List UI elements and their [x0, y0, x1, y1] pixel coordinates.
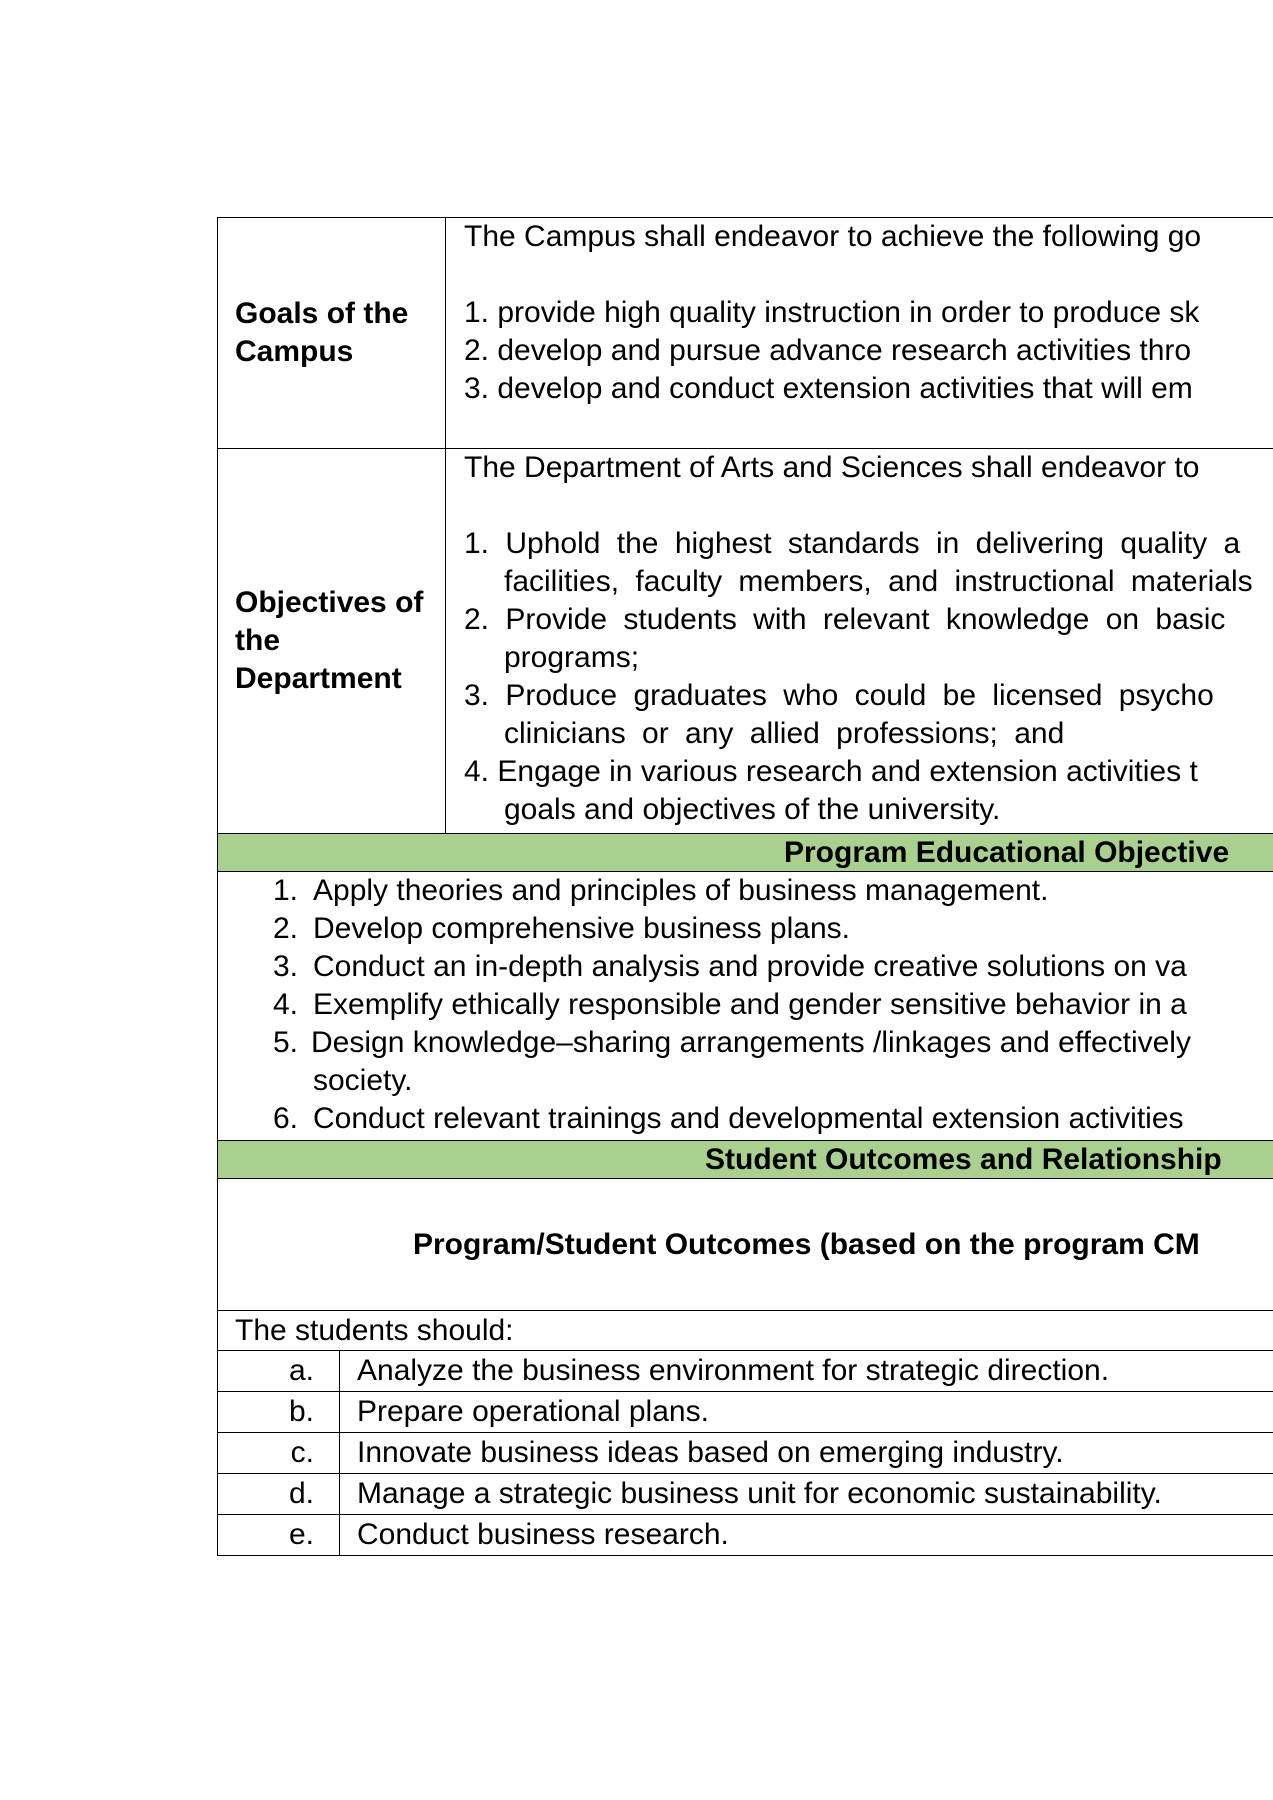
peo-item: 2. Develop comprehensive business plans.: [273, 912, 850, 945]
objectives-content: The Department of Arts and Sciences shal…: [464, 449, 1273, 829]
goals-item: 2. develop and pursue advance research a…: [464, 334, 1192, 367]
goals-label: Goals of the Campus: [218, 218, 446, 448]
goals-row: Goals of the Campus The Campus shall end…: [217, 217, 1273, 448]
objectives-row: Objectives of the Department The Departm…: [217, 448, 1273, 833]
peo-item: 6. Conduct relevant trainings and develop…: [273, 1102, 1184, 1135]
peo-header: Program Educational Objective: [217, 833, 1273, 871]
outcomes-subheader: Program/Student Outcomes (based on the p…: [217, 1178, 1273, 1310]
peo-item: 5. Design knowledge–sharing arrangements …: [273, 1026, 1191, 1059]
outcomes-header: Student Outcomes and Relationship: [217, 1140, 1273, 1178]
objectives-item-1: 1. Uphold the highest standards in deliv…: [464, 527, 1253, 598]
outcome-row: b. Prepare operational plans.: [217, 1391, 1273, 1432]
goals-item: 1. provide high quality instruction in o…: [464, 296, 1200, 329]
peo-item-continuation: society.: [313, 1064, 413, 1097]
peo-item: 1. Apply theories and principles of busin…: [273, 874, 1049, 907]
goals-intro: The Campus shall endeavor to achieve the…: [464, 220, 1202, 253]
goals-content: The Campus shall endeavor to achieve the…: [464, 218, 1273, 408]
document-table: Goals of the Campus The Campus shall end…: [217, 217, 1273, 1556]
peo-item: 3. Conduct an in-depth analysis and provi…: [273, 950, 1187, 983]
objectives-intro: The Department of Arts and Sciences shal…: [464, 451, 1200, 484]
peo-item: 4. Exemplify ethically responsible and ge…: [273, 988, 1187, 1021]
goals-item: 3. develop and conduct extension activit…: [464, 372, 1193, 405]
objectives-item-2: 2. Provide students with relevant knowle…: [464, 603, 1226, 674]
outcome-row: a. Analyze the business environment for …: [217, 1350, 1273, 1391]
outcome-row: e. Conduct business research.: [217, 1514, 1273, 1556]
outcome-row: c. Innovate business ideas based on emer…: [217, 1432, 1273, 1473]
objectives-item-4: 4. Engage in various research and extens…: [464, 755, 1198, 826]
objectives-label: Objectives of the Department: [218, 449, 446, 833]
objectives-item-3: 3. Produce graduates who could be licens…: [464, 679, 1214, 750]
outcome-row: d. Manage a strategic business unit for …: [217, 1473, 1273, 1514]
outcomes-intro: The students should:: [217, 1310, 1273, 1350]
peo-list: 1. Apply theories and principles of busin…: [217, 871, 1273, 1140]
